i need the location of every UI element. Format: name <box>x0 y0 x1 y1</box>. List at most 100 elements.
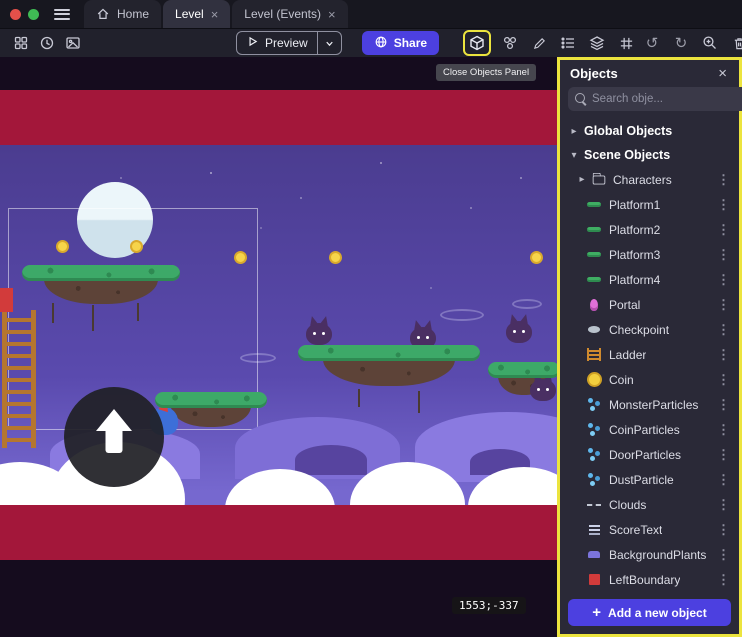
coin-sprite[interactable] <box>530 251 543 264</box>
grid-icon[interactable] <box>613 31 639 55</box>
layers-icon[interactable] <box>584 31 610 55</box>
instances-list-icon[interactable] <box>555 31 581 55</box>
more-options-icon[interactable]: ⋮ <box>714 547 733 563</box>
scene-canvas[interactable]: 1553;-337 <box>0 57 557 637</box>
more-options-icon[interactable]: ⋮ <box>714 447 733 463</box>
jump-button-sprite[interactable] <box>64 387 164 487</box>
more-options-icon[interactable]: ⋮ <box>714 347 733 363</box>
chevron-right-icon: ▸ <box>576 174 588 185</box>
add-object-button[interactable]: + Add a new object <box>568 599 731 626</box>
checkpoint-icon <box>586 322 602 337</box>
platform-grass <box>22 265 180 281</box>
more-options-icon[interactable]: ⋮ <box>714 422 733 438</box>
more-options-icon[interactable]: ⋮ <box>714 497 733 513</box>
object-row[interactable]: Platform1 ⋮ <box>560 192 739 217</box>
close-panel-icon[interactable]: × <box>716 66 729 81</box>
search-input[interactable] <box>568 87 742 111</box>
object-row[interactable]: Ladder ⋮ <box>560 342 739 367</box>
object-row[interactable]: DoorParticles ⋮ <box>560 442 739 467</box>
coin-sprite[interactable] <box>329 251 342 264</box>
objects-panel-icon[interactable] <box>466 33 488 53</box>
more-options-icon[interactable]: ⋮ <box>714 522 733 538</box>
tab-level-events[interactable]: Level (Events) × <box>232 0 347 28</box>
search-field[interactable] <box>592 93 742 105</box>
coin-sprite[interactable] <box>130 240 143 253</box>
tab-level[interactable]: Level × <box>163 0 230 28</box>
folder-characters[interactable]: ▸ Characters ⋮ <box>560 167 739 192</box>
object-row[interactable]: Checkpoint ⋮ <box>560 317 739 342</box>
object-row[interactable]: LeftBoundary ⋮ <box>560 567 739 592</box>
coin-sprite[interactable] <box>56 240 69 253</box>
platform-icon <box>586 197 602 212</box>
bush <box>295 445 367 475</box>
more-options-icon[interactable]: ⋮ <box>714 272 733 288</box>
more-options-icon[interactable]: ⋮ <box>714 247 733 263</box>
object-row[interactable]: DustParticle ⋮ <box>560 467 739 492</box>
more-options-icon[interactable]: ⋮ <box>714 222 733 238</box>
preview-button[interactable]: Preview <box>236 31 342 55</box>
object-row[interactable]: Clouds ⋮ <box>560 492 739 517</box>
object-row[interactable]: Coin ⋮ <box>560 367 739 392</box>
more-options-icon[interactable]: ⋮ <box>714 472 733 488</box>
home-icon <box>96 7 110 21</box>
plus-icon: + <box>592 605 601 620</box>
more-options-icon[interactable]: ⋮ <box>714 197 733 213</box>
background-cloud-outline <box>512 299 542 309</box>
platform-island[interactable] <box>22 265 180 304</box>
coin-icon <box>586 372 602 387</box>
undo-icon[interactable]: ↺ <box>639 31 665 55</box>
object-row[interactable]: Platform4 ⋮ <box>560 267 739 292</box>
zoom-in-icon[interactable] <box>697 31 723 55</box>
edit-icon[interactable] <box>526 31 552 55</box>
highlight-box <box>463 30 491 56</box>
object-row[interactable]: Portal ⋮ <box>560 292 739 317</box>
menu-icon[interactable] <box>54 9 70 20</box>
project-manager-icon[interactable] <box>8 31 34 55</box>
more-options-icon[interactable]: ⋮ <box>714 172 733 188</box>
chevron-down-icon[interactable] <box>318 38 341 49</box>
object-row[interactable]: Platform2 ⋮ <box>560 217 739 242</box>
panel-title: Objects <box>570 66 618 81</box>
portal-icon <box>586 297 602 312</box>
monster-sprite[interactable] <box>506 321 532 343</box>
section-global-objects[interactable]: ▸ Global Objects <box>560 119 739 143</box>
more-options-icon[interactable]: ⋮ <box>714 397 733 413</box>
monster-sprite[interactable] <box>306 323 332 345</box>
coin-sprite[interactable] <box>234 251 247 264</box>
trash-icon[interactable] <box>726 31 742 55</box>
window-zoom-button[interactable] <box>28 9 39 20</box>
tab-home[interactable]: Home <box>84 0 161 28</box>
object-groups-icon[interactable] <box>497 31 523 55</box>
folder-icon <box>593 175 606 184</box>
platform-icon <box>586 247 602 262</box>
boundary-icon <box>586 572 602 587</box>
object-row[interactable]: Platform3 ⋮ <box>560 242 739 267</box>
object-row[interactable]: BackgroundPlants ⋮ <box>560 542 739 567</box>
image-icon[interactable] <box>60 31 86 55</box>
object-row[interactable]: ScoreText ⋮ <box>560 517 739 542</box>
object-row[interactable]: CoinParticles ⋮ <box>560 417 739 442</box>
share-label: Share <box>394 36 427 50</box>
more-options-icon[interactable]: ⋮ <box>714 297 733 313</box>
monster-sprite[interactable] <box>530 379 556 401</box>
particles-icon <box>586 397 602 412</box>
more-options-icon[interactable]: ⋮ <box>714 572 733 588</box>
left-boundary-sprite[interactable] <box>0 288 13 312</box>
share-button[interactable]: Share <box>362 31 439 55</box>
tab-label: Home <box>117 7 149 21</box>
redo-icon[interactable]: ↻ <box>668 31 694 55</box>
object-row[interactable]: MonsterParticles ⋮ <box>560 392 739 417</box>
history-icon[interactable] <box>34 31 60 55</box>
close-tab-icon[interactable]: × <box>328 8 336 21</box>
toolbar: Preview Share <box>0 28 742 57</box>
objects-panel: Objects × ▸ Global Objects ▾ Scene Objec… <box>557 57 742 637</box>
platform-island[interactable] <box>298 345 480 386</box>
more-options-icon[interactable]: ⋮ <box>714 322 733 338</box>
close-tab-icon[interactable]: × <box>211 8 219 21</box>
tab-label: Level (Events) <box>244 7 321 21</box>
window-close-button[interactable] <box>10 9 21 20</box>
more-options-icon[interactable]: ⋮ <box>714 372 733 388</box>
section-scene-objects[interactable]: ▾ Scene Objects <box>560 143 739 167</box>
text-icon <box>586 522 602 537</box>
ladder-sprite[interactable] <box>2 310 36 448</box>
